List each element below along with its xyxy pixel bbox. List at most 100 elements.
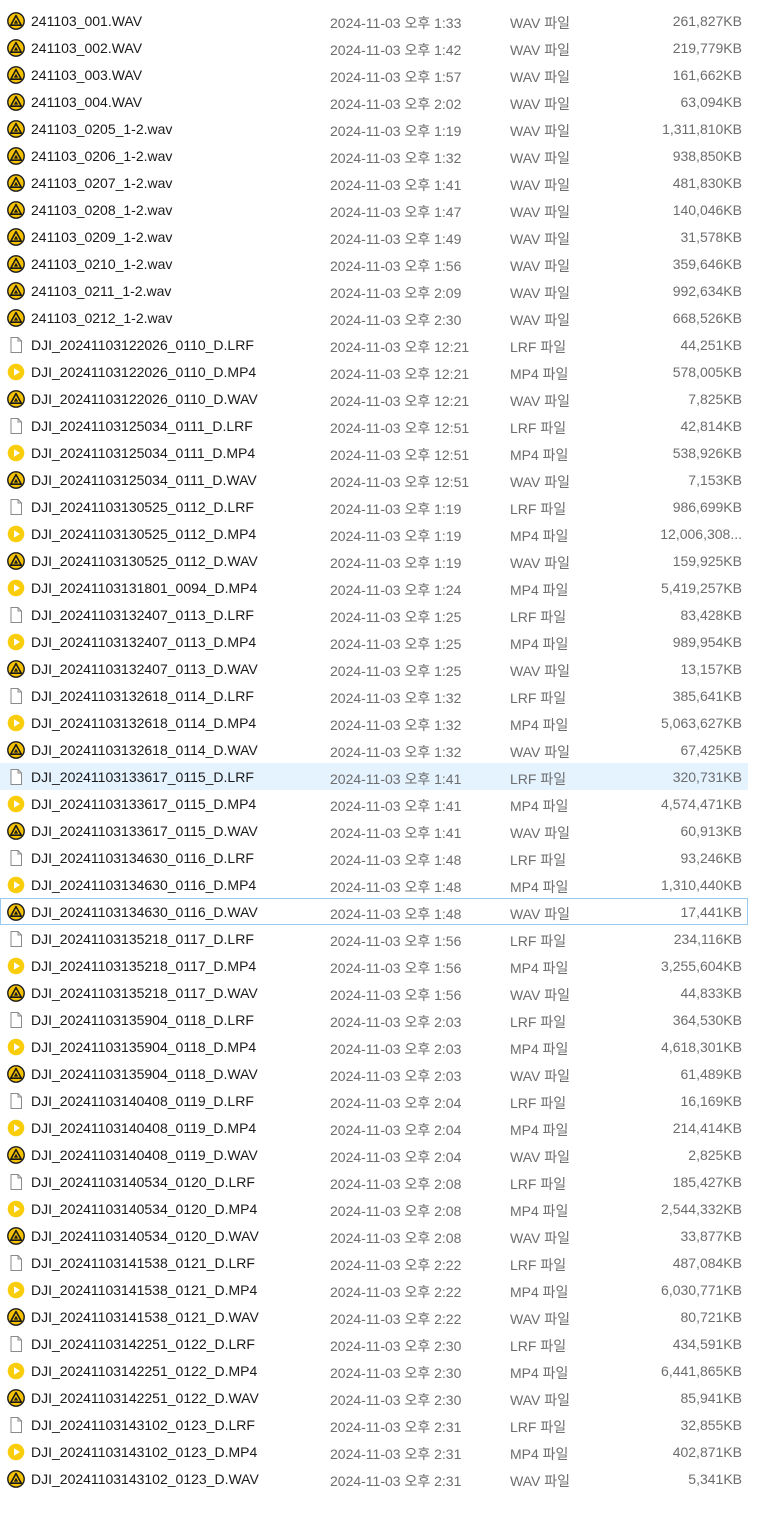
file-row[interactable]: 241103_0206_1-2.wav 2024-11-03 오후 1:32 W… [0,142,748,169]
file-row[interactable]: DJI_20241103133617_0115_D.WAV 2024-11-03… [0,817,748,844]
file-type: LRF 파일 [510,1338,567,1354]
file-size: 5,063,627KB [661,715,742,731]
file-size: 234,116KB [673,931,742,947]
file-date-modified: 2024-11-03 오후 2:31 [330,1446,462,1462]
video-file-icon [7,363,25,381]
file-row[interactable]: 241103_002.WAV 2024-11-03 오후 1:42 WAV 파일… [0,34,748,61]
file-row[interactable]: 241103_004.WAV 2024-11-03 오후 2:02 WAV 파일… [0,88,748,115]
file-row[interactable]: DJI_20241103132407_0113_D.LRF 2024-11-03… [0,601,748,628]
file-row[interactable]: DJI_20241103125034_0111_D.WAV 2024-11-03… [0,466,748,493]
file-row[interactable]: 241103_0212_1-2.wav 2024-11-03 오후 2:30 W… [0,304,748,331]
file-row[interactable]: 241103_003.WAV 2024-11-03 오후 1:57 WAV 파일… [0,61,748,88]
file-row[interactable]: DJI_20241103122026_0110_D.MP4 2024-11-03… [0,358,748,385]
file-row[interactable]: DJI_20241103140408_0119_D.MP4 2024-11-03… [0,1114,748,1141]
file-date-modified: 2024-11-03 오후 2:30 [330,1392,462,1408]
file-row[interactable]: DJI_20241103122026_0110_D.WAV 2024-11-03… [0,385,748,412]
file-row[interactable]: DJI_20241103142251_0122_D.WAV 2024-11-03… [0,1384,748,1411]
file-name: DJI_20241103140534_0120_D.WAV [31,1228,259,1244]
file-row[interactable]: DJI_20241103133617_0115_D.MP4 2024-11-03… [0,790,748,817]
file-size: 63,094KB [680,94,743,110]
video-file-icon [7,579,25,597]
file-size: 986,699KB [672,499,742,515]
audio-file-icon [7,201,25,219]
file-row[interactable]: DJI_20241103133617_0115_D.LRF 2024-11-03… [0,763,748,790]
file-name: DJI_20241103130525_0112_D.MP4 [31,526,257,542]
file-row[interactable]: DJI_20241103141538_0121_D.WAV 2024-11-03… [0,1303,748,1330]
video-file-icon [7,1281,25,1299]
file-row[interactable]: DJI_20241103140408_0119_D.LRF 2024-11-03… [0,1087,748,1114]
file-row[interactable]: DJI_20241103125034_0111_D.LRF 2024-11-03… [0,412,748,439]
video-file-icon [7,633,25,651]
file-row[interactable]: DJI_20241103132618_0114_D.MP4 2024-11-03… [0,709,748,736]
file-row[interactable]: DJI_20241103135904_0118_D.MP4 2024-11-03… [0,1033,748,1060]
blank-file-icon [7,417,25,435]
file-row[interactable]: DJI_20241103140534_0120_D.LRF 2024-11-03… [0,1168,748,1195]
file-row[interactable]: DJI_20241103134630_0116_D.LRF 2024-11-03… [0,844,748,871]
file-size: 214,414KB [672,1120,742,1136]
file-type: MP4 파일 [510,1446,569,1462]
file-name: DJI_20241103141538_0121_D.LRF [31,1255,255,1271]
file-row[interactable]: 241103_0210_1-2.wav 2024-11-03 오후 1:56 W… [0,250,748,277]
file-row[interactable]: DJI_20241103131801_0094_D.MP4 2024-11-03… [0,574,748,601]
file-name: 241103_0206_1-2.wav [31,148,173,164]
file-row[interactable]: 241103_001.WAV 2024-11-03 오후 1:33 WAV 파일… [0,7,748,34]
blank-file-icon [7,849,25,867]
file-row[interactable]: DJI_20241103140534_0120_D.WAV 2024-11-03… [0,1222,748,1249]
file-row[interactable]: DJI_20241103141538_0121_D.LRF 2024-11-03… [0,1249,748,1276]
file-row[interactable]: DJI_20241103134630_0116_D.MP4 2024-11-03… [0,871,748,898]
file-row[interactable]: DJI_20241103130525_0112_D.WAV 2024-11-03… [0,547,748,574]
file-size: 60,913KB [680,823,743,839]
file-type: LRF 파일 [510,1014,567,1030]
audio-file-icon [7,1146,25,1164]
file-row[interactable]: DJI_20241103135218_0117_D.LRF 2024-11-03… [0,925,748,952]
file-date-modified: 2024-11-03 오후 1:19 [330,501,462,517]
file-row[interactable]: DJI_20241103132407_0113_D.MP4 2024-11-03… [0,628,748,655]
file-row[interactable]: 241103_0207_1-2.wav 2024-11-03 오후 1:41 W… [0,169,748,196]
file-date-modified: 2024-11-03 오후 2:31 [330,1473,462,1489]
file-row[interactable]: 241103_0211_1-2.wav 2024-11-03 오후 2:09 W… [0,277,748,304]
file-name: DJI_20241103132407_0113_D.WAV [31,661,258,677]
file-date-modified: 2024-11-03 오후 2:09 [330,285,462,301]
file-row[interactable]: DJI_20241103140408_0119_D.WAV 2024-11-03… [0,1141,748,1168]
file-row[interactable]: DJI_20241103135904_0118_D.LRF 2024-11-03… [0,1006,748,1033]
file-name: DJI_20241103135904_0118_D.MP4 [31,1039,257,1055]
video-file-icon [7,957,25,975]
file-row[interactable]: 241103_0208_1-2.wav 2024-11-03 오후 1:47 W… [0,196,748,223]
file-row[interactable]: DJI_20241103122026_0110_D.LRF 2024-11-03… [0,331,748,358]
file-row[interactable]: DJI_20241103134630_0116_D.WAV 2024-11-03… [0,898,748,925]
file-date-modified: 2024-11-03 오후 2:31 [330,1419,462,1435]
file-type: LRF 파일 [510,420,567,436]
file-date-modified: 2024-11-03 오후 2:08 [330,1203,462,1219]
file-date-modified: 2024-11-03 오후 2:03 [330,1014,462,1030]
file-row[interactable]: DJI_20241103132407_0113_D.WAV 2024-11-03… [0,655,748,682]
file-row[interactable]: DJI_20241103143102_0123_D.MP4 2024-11-03… [0,1438,748,1465]
file-name: 241103_002.WAV [31,40,143,56]
file-row[interactable]: DJI_20241103135218_0117_D.MP4 2024-11-03… [0,952,748,979]
file-size: 32,855KB [680,1417,743,1433]
file-date-modified: 2024-11-03 오후 1:32 [330,744,462,760]
file-row[interactable]: DJI_20241103135904_0118_D.WAV 2024-11-03… [0,1060,748,1087]
audio-file-icon [7,147,25,165]
audio-file-icon [7,390,25,408]
file-name: DJI_20241103135218_0117_D.WAV [31,985,258,1001]
file-row[interactable]: DJI_20241103142251_0122_D.MP4 2024-11-03… [0,1357,748,1384]
file-size: 1,311,810KB [662,121,742,137]
file-size: 219,779KB [672,40,742,56]
file-row[interactable]: DJI_20241103132618_0114_D.WAV 2024-11-03… [0,736,748,763]
file-row[interactable]: DJI_20241103143102_0123_D.WAV 2024-11-03… [0,1465,748,1492]
file-row[interactable]: DJI_20241103140534_0120_D.MP4 2024-11-03… [0,1195,748,1222]
file-row[interactable]: 241103_0205_1-2.wav 2024-11-03 오후 1:19 W… [0,115,748,142]
file-row[interactable]: DJI_20241103141538_0121_D.MP4 2024-11-03… [0,1276,748,1303]
file-row[interactable]: 241103_0209_1-2.wav 2024-11-03 오후 1:49 W… [0,223,748,250]
file-type: LRF 파일 [510,771,567,787]
file-row[interactable]: DJI_20241103143102_0123_D.LRF 2024-11-03… [0,1411,748,1438]
audio-file-icon [7,12,25,30]
file-row[interactable]: DJI_20241103142251_0122_D.LRF 2024-11-03… [0,1330,748,1357]
file-size: 989,954KB [672,634,742,650]
file-date-modified: 2024-11-03 오후 2:04 [330,1149,462,1165]
file-row[interactable]: DJI_20241103130525_0112_D.MP4 2024-11-03… [0,520,748,547]
file-row[interactable]: DJI_20241103125034_0111_D.MP4 2024-11-03… [0,439,748,466]
file-row[interactable]: DJI_20241103132618_0114_D.LRF 2024-11-03… [0,682,748,709]
file-row[interactable]: DJI_20241103135218_0117_D.WAV 2024-11-03… [0,979,748,1006]
file-row[interactable]: DJI_20241103130525_0112_D.LRF 2024-11-03… [0,493,748,520]
